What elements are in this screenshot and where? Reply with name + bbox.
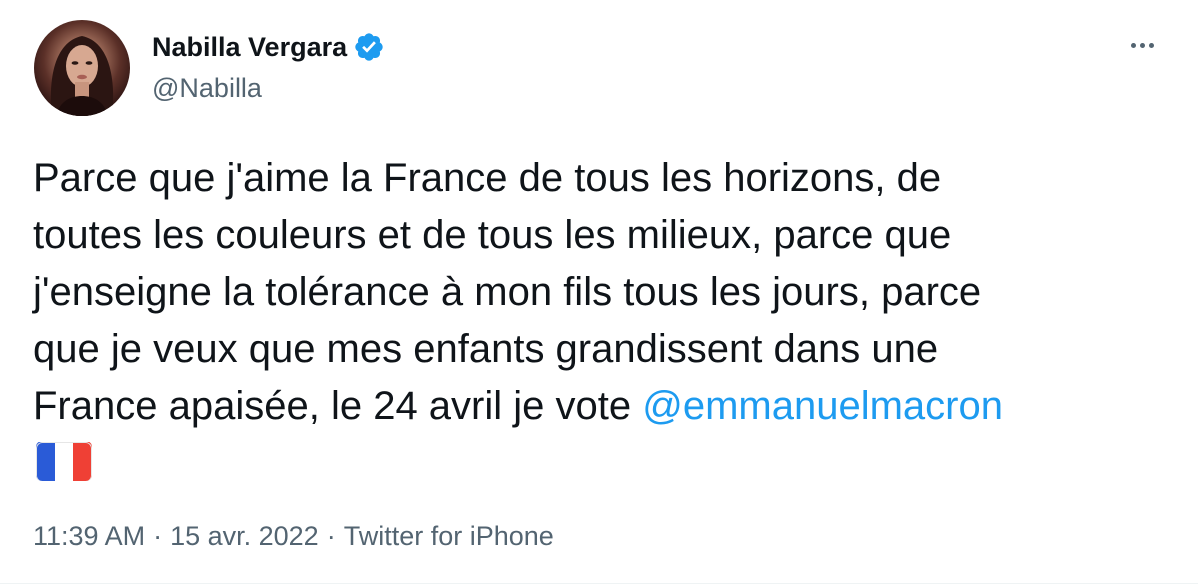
tweet-card: Nabilla Vergara @Nabilla Parce que j'aim… — [0, 0, 1198, 584]
avatar-portrait-image — [50, 36, 114, 116]
tweet-meta: 11:39 AM · 15 avr. 2022 · Twitter for iP… — [33, 518, 554, 554]
more-options-icon[interactable] — [1122, 30, 1162, 60]
tweet-text: Parce que j'aime la France de tous les h… — [33, 150, 1173, 481]
verified-badge-icon — [353, 31, 385, 63]
france-flag-icon — [36, 441, 92, 481]
tweet-date[interactable]: 15 avr. 2022 — [170, 518, 319, 554]
more-dot — [1148, 42, 1154, 48]
author-display-name[interactable]: Nabilla Vergara — [152, 28, 347, 66]
avatar[interactable] — [34, 20, 130, 116]
author-name-row: Nabilla Vergara — [152, 28, 385, 66]
meta-separator: · — [153, 521, 163, 551]
mention-link[interactable]: @emmanuelmacron — [642, 384, 1003, 428]
more-dot — [1139, 42, 1145, 48]
more-dot — [1130, 42, 1136, 48]
tweet-time[interactable]: 11:39 AM — [33, 518, 145, 554]
author-handle[interactable]: @Nabilla — [152, 70, 262, 106]
meta-separator: · — [326, 521, 336, 551]
tweet-source[interactable]: Twitter for iPhone — [344, 518, 554, 554]
